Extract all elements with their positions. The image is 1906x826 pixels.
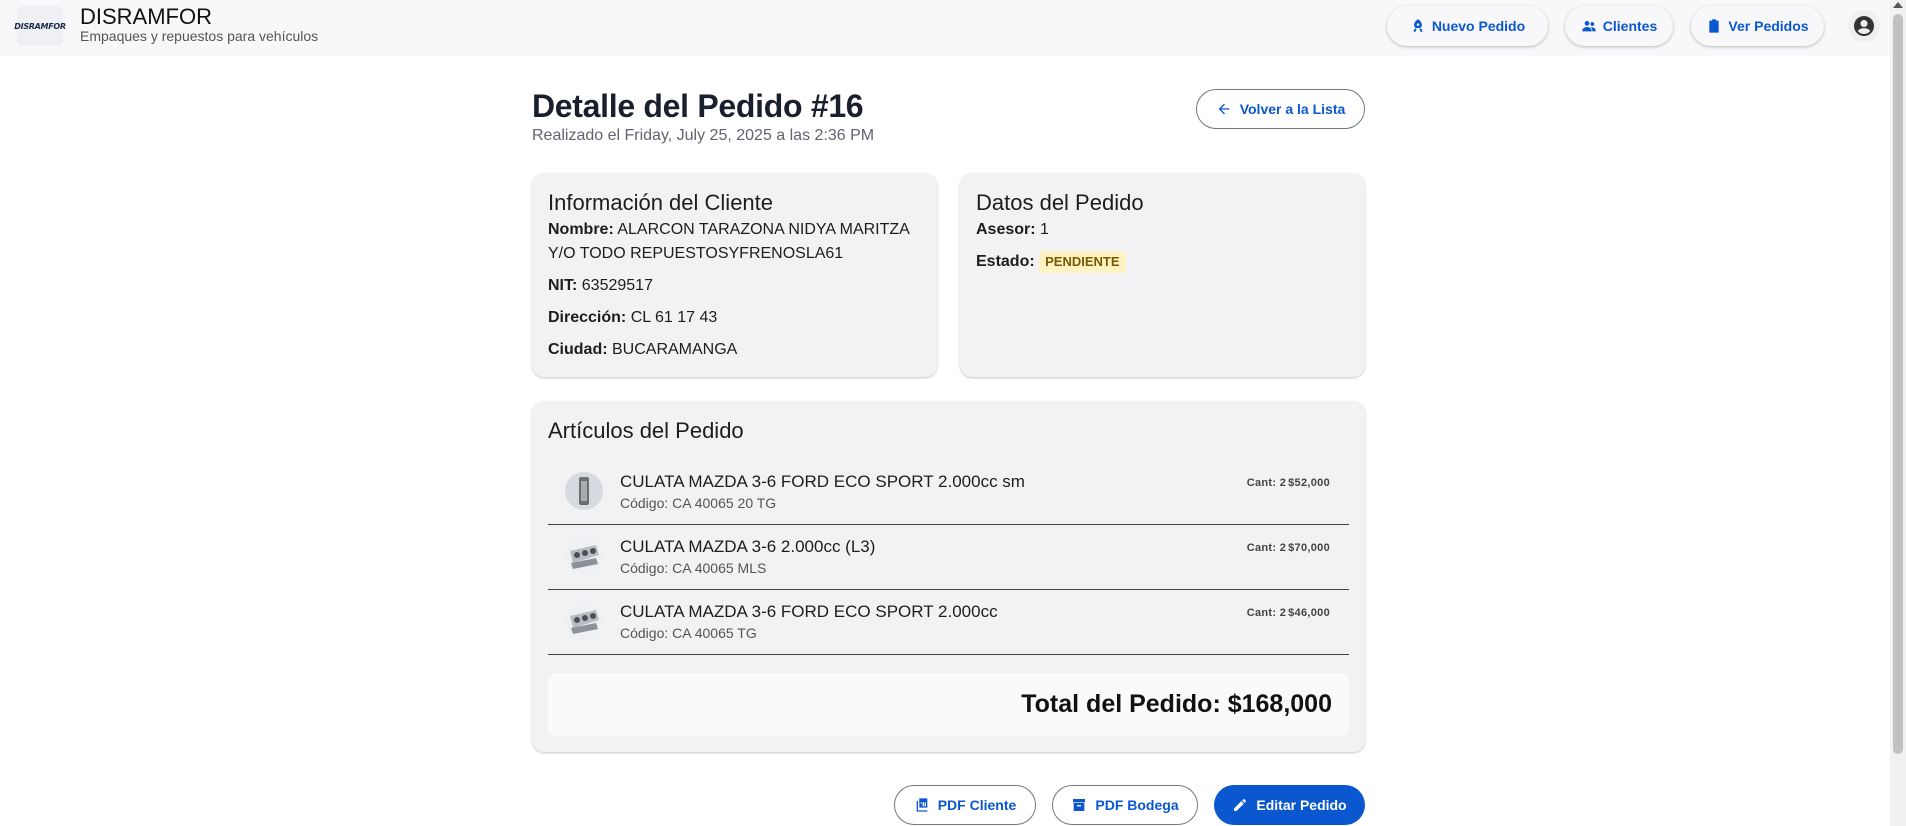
- client-info-card: Información del Cliente Nombre: ALARCON …: [532, 173, 937, 377]
- client-address-value: CL 61 17 43: [630, 309, 718, 326]
- arrow-left-icon: [1218, 103, 1230, 115]
- client-name-value-line2: Y/O TODO REPUESTOSYFRENOSLA61: [548, 245, 844, 262]
- order-items-card: Artículos del Pedido CULATA MAZDA 3-6 FO…: [532, 401, 1365, 752]
- pdf-bodega-button[interactable]: PDF Bodega: [1052, 785, 1198, 825]
- item-price: $52,000: [1288, 477, 1330, 489]
- client-city-field: Ciudad: BUCARAMANGA: [548, 338, 737, 362]
- clientes-label: Clientes: [1602, 18, 1658, 34]
- pdf-bodega-label: PDF Bodega: [1095, 797, 1179, 813]
- client-city-label: Ciudad:: [548, 341, 608, 358]
- pdf-icon: [916, 798, 928, 812]
- app-header: DISRAMFOR DISRAMFOR Empaques y repuestos…: [0, 0, 1890, 56]
- account-button[interactable]: [1848, 10, 1880, 42]
- product-thumbnail-image: [565, 472, 603, 510]
- order-data-card: Datos del Pedido Asesor: 1 Estado: PENDI…: [960, 173, 1365, 377]
- ver-pedidos-button[interactable]: Ver Pedidos: [1691, 6, 1824, 46]
- item-qty: Cant: 2: [1246, 607, 1287, 619]
- item-name: CULATA MAZDA 3-6 FORD ECO SPORT 2.000cc: [620, 602, 998, 621]
- brand-subtitle: Empaques y repuestos para vehículos: [80, 28, 319, 44]
- client-name-value: ALARCON TARAZONA NIDYA MARITZA: [617, 221, 910, 238]
- brand-logo[interactable]: DISRAMFOR: [14, 6, 66, 46]
- product-thumbnail-image: [565, 537, 603, 575]
- item-qty-price: Cant: 2 $46,000: [1247, 607, 1332, 619]
- client-name-label: Nombre:: [548, 221, 614, 238]
- item-price: $46,000: [1288, 607, 1330, 619]
- rocket-icon: [1413, 19, 1423, 32]
- ver-pedidos-label: Ver Pedidos: [1728, 18, 1809, 34]
- client-address-label: Dirección:: [548, 309, 627, 326]
- item-qty: Cant: 2: [1246, 477, 1287, 489]
- brand-name: DISRAMFOR: [80, 4, 212, 29]
- back-to-list-label: Volver a la Lista: [1239, 101, 1346, 117]
- client-city-value: BUCARAMANGA: [612, 341, 738, 358]
- scroll-up-arrow-icon[interactable]: [1893, 2, 1903, 8]
- item-qty-price: Cant: 2 $52,000: [1247, 477, 1332, 489]
- nuevo-pedido-label: Nuevo Pedido: [1431, 18, 1526, 34]
- people-icon: [1582, 21, 1596, 32]
- product-thumbnail-image: [565, 602, 603, 640]
- pencil-icon: [1234, 799, 1247, 811]
- order-date: Realizado el Friday, July 25, 2025 a las…: [532, 127, 875, 144]
- advisor-value: 1: [1040, 221, 1049, 238]
- client-address-field: Dirección: CL 61 17 43: [548, 306, 717, 330]
- order-item-row: CULATA MAZDA 3-6 FORD ECO SPORT 2.000cc …: [548, 593, 1349, 655]
- nuevo-pedido-button[interactable]: Nuevo Pedido: [1387, 6, 1548, 46]
- order-total-box: Total del Pedido: $168,000: [548, 673, 1349, 736]
- client-info-title: Información del Cliente: [548, 190, 774, 215]
- item-code: Código: CA 40065 MLS: [620, 560, 767, 576]
- pdf-cliente-label: PDF Cliente: [937, 797, 1017, 813]
- order-data-title: Datos del Pedido: [976, 190, 1144, 215]
- client-name-field: Nombre: ALARCON TARAZONA NIDYA MARITZA Y…: [548, 218, 910, 266]
- clipboard-icon: [1709, 19, 1720, 33]
- editar-pedido-label: Editar Pedido: [1256, 797, 1347, 813]
- advisor-label: Asesor:: [976, 221, 1036, 238]
- pdf-cliente-button[interactable]: PDF Cliente: [894, 785, 1036, 825]
- status-label: Estado:: [976, 253, 1035, 270]
- item-name: CULATA MAZDA 3-6 FORD ECO SPORT 2.000cc …: [620, 472, 1025, 491]
- back-to-list-button[interactable]: Volver a la Lista: [1196, 89, 1365, 129]
- order-item-row: CULATA MAZDA 3-6 FORD ECO SPORT 2.000cc …: [548, 463, 1349, 525]
- scrollbar-thumb[interactable]: [1893, 14, 1903, 754]
- status-field: Estado: PENDIENTE: [976, 250, 1126, 274]
- status-badge: PENDIENTE: [1039, 250, 1126, 273]
- order-item-row: CULATA MAZDA 3-6 2.000cc (L3) Código: CA…: [548, 528, 1349, 590]
- item-name: CULATA MAZDA 3-6 2.000cc (L3): [620, 537, 876, 556]
- item-code: Código: CA 40065 20 TG: [620, 495, 777, 511]
- client-nit-field: NIT: 63529517: [548, 274, 653, 298]
- item-qty-price: Cant: 2 $70,000: [1247, 542, 1332, 554]
- item-price: $70,000: [1288, 542, 1330, 554]
- item-code: Código: CA 40065 TG: [620, 625, 757, 641]
- logo-text: DISRAMFOR: [14, 21, 66, 31]
- order-total: Total del Pedido: $168,000: [1021, 690, 1332, 718]
- client-nit-value: 63529517: [581, 277, 653, 294]
- item-qty: Cant: 2: [1246, 542, 1287, 554]
- archive-box-icon: [1073, 799, 1086, 811]
- account-circle-icon: [1854, 16, 1874, 36]
- order-items-title: Artículos del Pedido: [548, 418, 744, 443]
- page-title: Detalle del Pedido #16: [532, 88, 864, 124]
- editar-pedido-button[interactable]: Editar Pedido: [1214, 785, 1365, 825]
- advisor-field: Asesor: 1: [976, 218, 1049, 242]
- client-nit-label: NIT:: [548, 277, 578, 294]
- clientes-button[interactable]: Clientes: [1565, 6, 1673, 46]
